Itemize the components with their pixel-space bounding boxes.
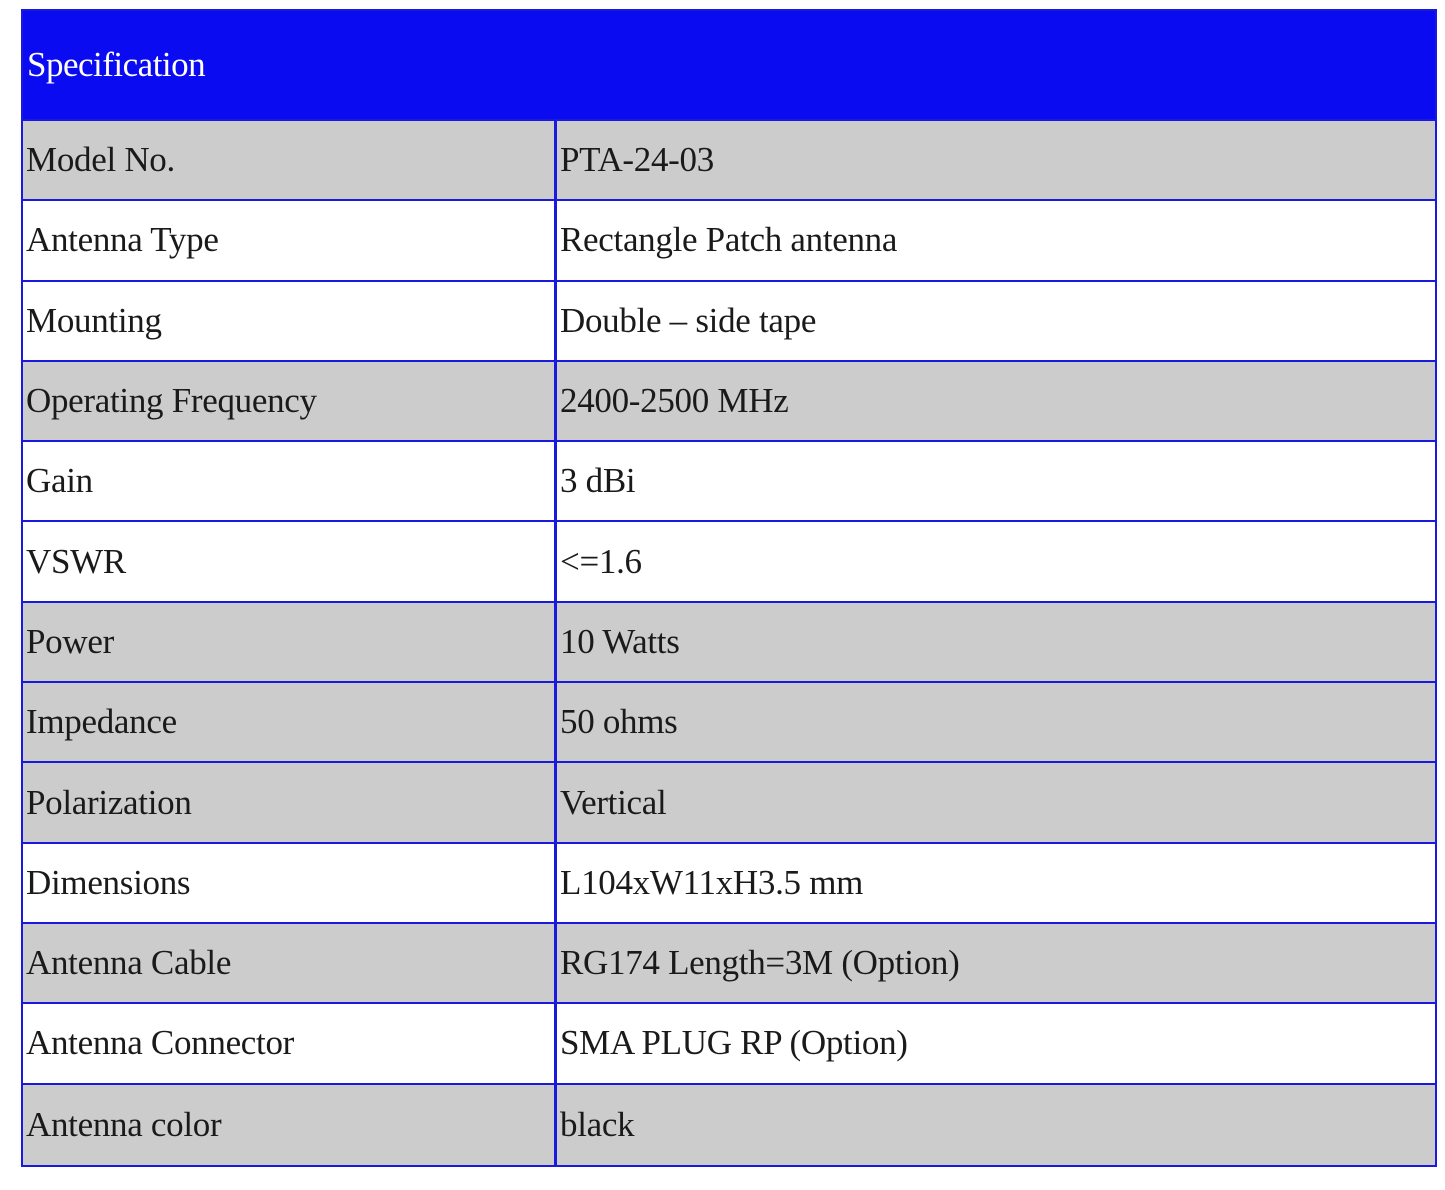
- row-value: RG174 Length=3M (Option): [560, 943, 960, 983]
- row-value: Double – side tape: [560, 300, 817, 340]
- row-value: black: [560, 1104, 635, 1144]
- table-row: VSWR <=1.6: [23, 522, 1435, 603]
- row-value: Vertical: [560, 782, 667, 822]
- table-row: Antenna color black: [23, 1084, 1435, 1165]
- row-value: L104xW11xH3.5 mm: [560, 862, 864, 902]
- row-value: PTA-24-03: [560, 140, 714, 180]
- row-label: Antenna color: [23, 1084, 557, 1165]
- row-label: Operating Frequency: [23, 361, 557, 441]
- row-value: SMA PLUG RP (Option): [560, 1023, 908, 1063]
- table-row: Gain 3 dBi: [23, 442, 1435, 523]
- row-label: Antenna Type: [23, 201, 557, 280]
- table-title: Specification: [27, 45, 206, 84]
- row-value: 50 ohms: [560, 702, 678, 742]
- table-row: Power 10 Watts: [23, 602, 1435, 684]
- table-row: Antenna Cable RG174 Length=3M (Option): [23, 923, 1435, 1005]
- row-value: 10 Watts: [560, 621, 680, 661]
- row-label: Impedance: [23, 683, 557, 762]
- row-value: Rectangle Patch antenna: [560, 220, 898, 260]
- specification-table: Specification Model No. PTA-24-03 Antenna …: [21, 9, 1437, 1167]
- row-label: Antenna Connector: [23, 1004, 557, 1083]
- table-header: Specification: [23, 11, 1435, 121]
- table-row: Dimensions L104xW11xH3.5 mm: [23, 843, 1435, 924]
- table-row: Operating Frequency 2400-2500 MHz: [23, 361, 1435, 443]
- row-label: Model No.: [23, 121, 557, 200]
- table-row: Model No. PTA-24-03: [23, 121, 1435, 202]
- table-row: Impedance 50 ohms: [23, 683, 1435, 764]
- table-row: Polarization Vertical: [23, 763, 1435, 844]
- row-label: Gain: [23, 442, 557, 521]
- row-label: Polarization: [23, 763, 557, 842]
- table-row: Antenna Connector SMA PLUG RP (Option): [23, 1004, 1435, 1085]
- row-value: <=1.6: [560, 541, 642, 581]
- row-value: 3 dBi: [560, 461, 636, 501]
- row-label: Antenna Cable: [23, 923, 557, 1003]
- table-row: Antenna Type Rectangle Patch antenna: [23, 201, 1435, 282]
- table-row: Mounting Double – side tape: [23, 281, 1435, 362]
- row-label: VSWR: [23, 522, 557, 601]
- table-body: Model No. PTA-24-03 Antenna Type Rectangle …: [23, 121, 1435, 1165]
- row-label: Power: [23, 602, 557, 682]
- row-value: 2400-2500 MHz: [560, 381, 789, 421]
- row-label: Dimensions: [23, 843, 557, 922]
- row-label: Mounting: [23, 281, 557, 360]
